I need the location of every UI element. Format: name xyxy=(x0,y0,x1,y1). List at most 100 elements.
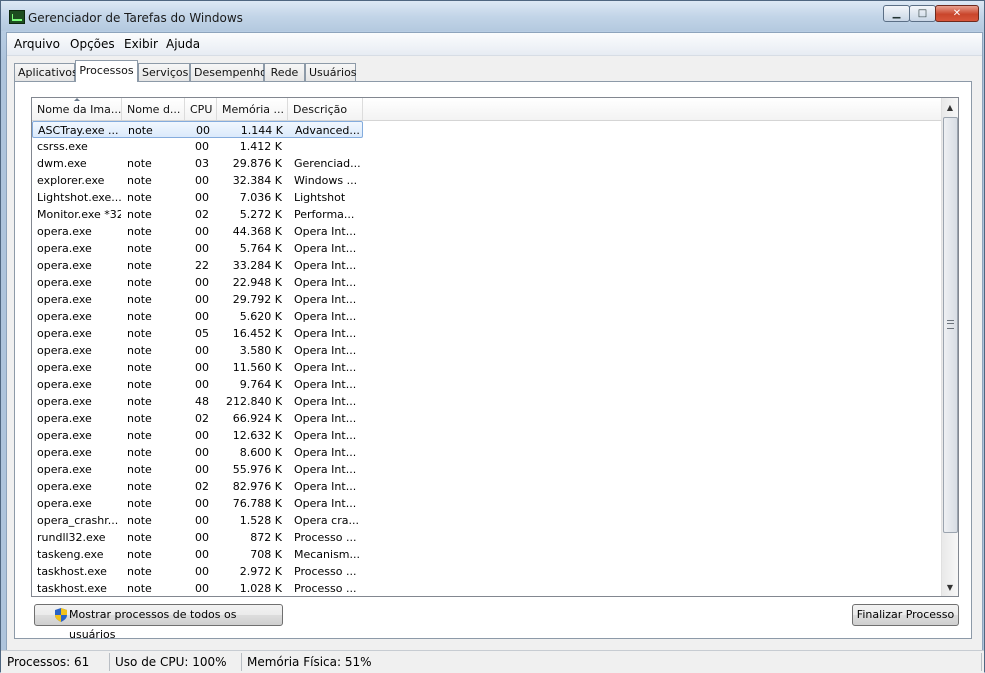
arrow-down-icon: ▼ xyxy=(946,582,954,592)
menu-exibir[interactable]: Exibir xyxy=(124,37,158,51)
cell-image-name: opera.exe xyxy=(37,276,92,289)
cell-cpu: 00 xyxy=(196,124,210,137)
cell-cpu: 00 xyxy=(195,361,209,374)
cell-user-name: note xyxy=(127,174,152,187)
table-row[interactable]: opera.exe note 00 22.948 K Opera Int... xyxy=(32,274,363,291)
table-row[interactable]: rundll32.exe note 00 872 K Processo ... xyxy=(32,529,363,546)
cell-memory: 44.368 K xyxy=(232,225,282,238)
cell-memory: 1.028 K xyxy=(239,582,282,595)
cell-memory: 5.620 K xyxy=(239,310,282,323)
cell-user-name: note xyxy=(127,327,152,340)
table-row[interactable]: opera.exe note 00 9.764 K Opera Int... xyxy=(32,376,363,393)
table-row[interactable]: dwm.exe note 03 29.876 K Gerenciad... xyxy=(32,155,363,172)
cell-image-name: Monitor.exe *32 xyxy=(37,208,121,221)
cell-description: Opera Int... xyxy=(294,276,357,289)
scroll-up-button[interactable]: ▲ xyxy=(943,99,957,115)
end-process-button[interactable]: Finalizar Processo xyxy=(852,604,959,626)
cell-memory: 872 K xyxy=(250,531,282,544)
table-row[interactable]: opera.exe note 00 12.632 K Opera Int... xyxy=(32,427,363,444)
close-button[interactable]: ✕ xyxy=(935,5,979,22)
minimize-button[interactable]: ▁ xyxy=(883,5,910,22)
column-header-image-name[interactable]: Nome da Ima... xyxy=(32,98,122,120)
column-header-memory[interactable]: Memória ... xyxy=(217,98,288,120)
task-manager-icon xyxy=(9,10,25,24)
table-row[interactable]: taskhost.exe note 00 1.028 K Processo ... xyxy=(32,580,363,596)
table-row[interactable]: opera.exe note 02 66.924 K Opera Int... xyxy=(32,410,363,427)
table-row[interactable]: opera.exe note 05 16.452 K Opera Int... xyxy=(32,325,363,342)
tab-aplicativos[interactable]: Aplicativos xyxy=(14,63,78,81)
cell-description xyxy=(294,138,362,155)
tab-usuarios[interactable]: Usuários xyxy=(305,63,357,81)
cell-image-name: opera.exe xyxy=(37,225,92,238)
column-header-cpu[interactable]: CPU xyxy=(185,98,217,120)
cell-cpu: 00 xyxy=(195,378,209,391)
tab-servicos[interactable]: Serviços xyxy=(138,63,190,81)
table-row[interactable]: opera.exe note 22 33.284 K Opera Int... xyxy=(32,257,363,274)
table-row[interactable]: taskhost.exe note 00 2.972 K Processo ... xyxy=(32,563,363,580)
status-physical-memory: Memória Física: 51% xyxy=(244,653,982,671)
cell-image-name: opera.exe xyxy=(37,344,92,357)
maximize-icon: □ xyxy=(917,8,928,19)
table-row[interactable]: opera.exe note 00 55.976 K Opera Int... xyxy=(32,461,363,478)
cell-image-name: taskeng.exe xyxy=(37,548,104,561)
process-list[interactable]: Nome da Ima... Nome d... CPU Memória ...… xyxy=(31,97,959,597)
cell-cpu: 03 xyxy=(195,157,209,170)
cell-user-name: note xyxy=(127,208,152,221)
table-row[interactable]: csrss.exe 00 1.412 K xyxy=(32,138,363,155)
cell-description: Opera Int... xyxy=(294,497,357,510)
table-row[interactable]: opera.exe note 00 5.620 K Opera Int... xyxy=(32,308,363,325)
table-row[interactable]: ASCTray.exe ... note 00 1.144 K Advanced... xyxy=(32,121,363,138)
tab-processos[interactable]: Processos xyxy=(75,60,138,82)
cell-memory: 5.764 K xyxy=(239,242,282,255)
cell-user-name: note xyxy=(127,191,152,204)
cell-image-name: opera.exe xyxy=(37,242,92,255)
table-row[interactable]: Monitor.exe *32 note 02 5.272 K Performa... xyxy=(32,206,363,223)
table-row[interactable]: opera.exe note 00 5.764 K Opera Int... xyxy=(32,240,363,257)
cell-description: Mecanism... xyxy=(294,548,361,561)
table-row[interactable]: opera.exe note 00 11.560 K Opera Int... xyxy=(32,359,363,376)
table-row[interactable]: opera.exe note 00 3.580 K Opera Int... xyxy=(32,342,363,359)
table-row[interactable]: opera.exe note 48 212.840 K Opera Int... xyxy=(32,393,363,410)
cell-memory: 29.792 K xyxy=(232,293,282,306)
vertical-scrollbar[interactable]: ▲ ▼ xyxy=(941,98,958,596)
table-row[interactable]: opera.exe note 02 82.976 K Opera Int... xyxy=(32,478,363,495)
table-row[interactable]: taskeng.exe note 00 708 K Mecanism... xyxy=(32,546,363,563)
cell-image-name: opera_crashr... xyxy=(37,514,119,527)
column-header-description[interactable]: Descrição xyxy=(288,98,363,120)
menu-ajuda[interactable]: Ajuda xyxy=(166,37,200,51)
table-row[interactable]: opera.exe note 00 8.600 K Opera Int... xyxy=(32,444,363,461)
table-row[interactable]: opera.exe note 00 76.788 K Opera Int... xyxy=(32,495,363,512)
table-row[interactable]: Lightshot.exe... note 00 7.036 K Lightshot xyxy=(32,189,363,206)
tab-rede[interactable]: Rede xyxy=(264,63,305,81)
maximize-button[interactable]: □ xyxy=(909,5,936,22)
cell-description: Opera Int... xyxy=(294,225,357,238)
uac-shield-icon xyxy=(55,608,67,622)
table-row[interactable]: opera_crashr... note 00 1.528 K Opera cra... xyxy=(32,512,363,529)
cell-user-name: note xyxy=(127,446,152,459)
cell-user-name: note xyxy=(127,497,152,510)
cell-cpu: 00 xyxy=(195,225,209,238)
cell-user-name: note xyxy=(127,259,152,272)
cell-description: Opera Int... xyxy=(294,293,357,306)
cell-user-name: note xyxy=(127,480,152,493)
table-row[interactable]: opera.exe note 00 29.792 K Opera Int... xyxy=(32,291,363,308)
scroll-thumb[interactable] xyxy=(943,117,958,533)
table-row[interactable]: opera.exe note 00 44.368 K Opera Int... xyxy=(32,223,363,240)
title-bar[interactable]: Gerenciador de Tarefas do Windows ▁ □ ✕ xyxy=(1,1,984,31)
cell-user-name: note xyxy=(127,514,152,527)
show-all-users-button[interactable]: Mostrar processos de todos os usuários xyxy=(34,604,283,641)
cell-description: Opera Int... xyxy=(294,463,357,476)
column-header-user-name[interactable]: Nome d... xyxy=(122,98,185,120)
cell-description: Opera Int... xyxy=(294,480,357,493)
menu-opcoes[interactable]: Opções xyxy=(70,37,115,51)
cell-cpu: 00 xyxy=(195,446,209,459)
cell-user-name: note xyxy=(127,344,152,357)
cell-image-name: opera.exe xyxy=(37,293,92,306)
cell-memory: 1.412 K xyxy=(239,140,282,153)
menu-arquivo[interactable]: Arquivo xyxy=(14,37,60,51)
table-row[interactable]: explorer.exe note 00 32.384 K Windows ... xyxy=(32,172,363,189)
tab-desempenho[interactable]: Desempenho xyxy=(190,63,267,81)
cell-memory: 32.384 K xyxy=(232,174,282,187)
scroll-down-button[interactable]: ▼ xyxy=(943,579,957,595)
cell-cpu: 00 xyxy=(195,276,209,289)
